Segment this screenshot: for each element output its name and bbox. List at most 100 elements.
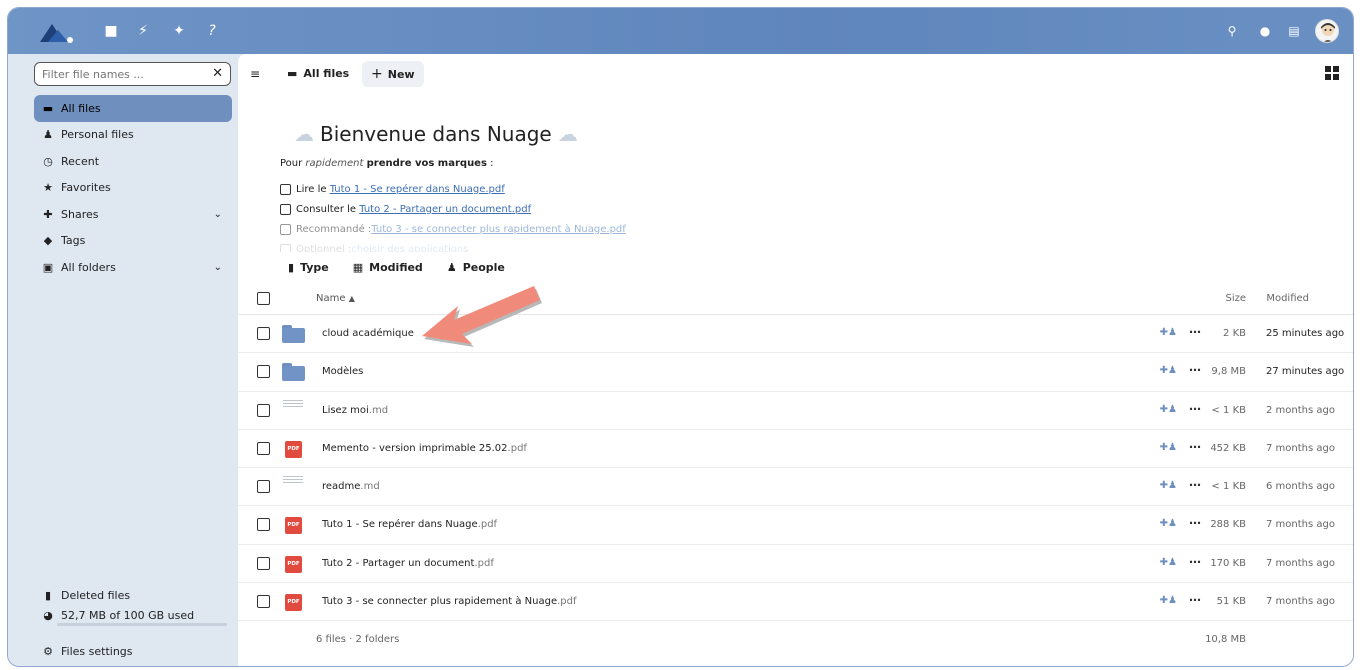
checklist-checkbox[interactable] [280, 223, 291, 235]
filter-input[interactable] [35, 63, 205, 85]
collapse-sidebar-icon[interactable]: ≡ [250, 67, 260, 81]
share-icon[interactable]: ✚♟ [1160, 595, 1177, 606]
row-checkbox[interactable] [257, 327, 270, 340]
filter-people-label: People [462, 261, 505, 274]
quota-label: 52,7 MB of 100 GB used [61, 609, 195, 622]
checklist-link[interactable]: Tuto 2 - Partager un document.pdf [359, 204, 531, 215]
share-icon[interactable]: ✚♟ [1160, 480, 1177, 491]
file-name[interactable]: readme.md [322, 481, 380, 492]
share-icon[interactable]: ✚♟ [1160, 404, 1177, 415]
table-row[interactable]: Modèles ✚♟ ⋯ 9,8 MB 27 minutes ago [238, 353, 1353, 392]
nuage-logo[interactable] [38, 20, 78, 46]
share-icon[interactable]: ✚♟ [1160, 518, 1177, 529]
file-modified: 6 months ago [1266, 481, 1335, 493]
share-icon[interactable]: ✚♟ [1160, 365, 1177, 376]
deleted-files-link[interactable]: ▮ Deleted files [34, 589, 232, 602]
file-name[interactable]: Tuto 1 - Se repérer dans Nuage.pdf [322, 519, 497, 530]
row-checkbox[interactable] [257, 518, 270, 532]
row-checkbox[interactable] [257, 556, 270, 570]
checklist-link[interactable]: Tuto 3 - se connecter plus rapidement à … [371, 224, 626, 235]
file-size: 288 KB [1210, 519, 1246, 531]
more-actions-icon[interactable]: ⋯ [1189, 440, 1201, 454]
file-modified: 7 months ago [1266, 557, 1335, 569]
table-row[interactable]: Lisez moi.md ✚♟ ⋯ < 1 KB 2 months ago [238, 392, 1353, 430]
quota-indicator[interactable]: ◕ 52,7 MB of 100 GB used [34, 609, 232, 622]
search-icon[interactable]: ⚲ [1224, 23, 1240, 39]
more-actions-icon[interactable]: ⋯ [1189, 516, 1201, 530]
row-checkbox[interactable] [257, 403, 270, 417]
main-content: ≡ ▬ All files + New ☁ Bienvenue dans Nua… [238, 54, 1353, 666]
table-row[interactable]: PDF Tuto 3 - se connecter plus rapidemen… [238, 583, 1353, 622]
more-actions-icon[interactable]: ⋯ [1189, 555, 1201, 569]
sidebar-item-all-folders[interactable]: ▣ All folders ⌄ [34, 254, 232, 281]
column-size-header[interactable]: Size [1225, 293, 1246, 304]
row-checkbox[interactable] [257, 480, 270, 494]
checklist-checkbox[interactable] [280, 203, 291, 215]
sidebar-item-label: Personal files [61, 128, 134, 142]
filter-people[interactable]: ♟ People [447, 261, 505, 274]
checklist-text: Lire le [296, 183, 327, 195]
breadcrumb-label: All files [303, 67, 350, 80]
annotation-arrow [422, 286, 542, 347]
checklist-link[interactable]: choisir des applications [351, 244, 468, 253]
row-checkbox[interactable] [257, 441, 270, 455]
breadcrumb[interactable]: ▬ All files [287, 67, 349, 80]
help-icon[interactable]: ? [204, 23, 220, 39]
column-name-header[interactable]: Name ▲ [316, 293, 355, 304]
sidebar-item-recent[interactable]: ◷ Recent [34, 148, 232, 175]
row-checkbox[interactable] [257, 595, 270, 609]
checklist-checkbox[interactable] [280, 183, 291, 195]
share-icon[interactable]: ✚♟ [1160, 557, 1177, 568]
files-icon[interactable]: ■ [103, 23, 119, 39]
more-actions-icon[interactable]: ⋯ [1189, 593, 1201, 607]
sidebar-item-tags[interactable]: ◆ Tags [34, 228, 232, 255]
sidebar: ✕ ▬ All files ♟ Personal files ◷ Recent … [8, 54, 238, 666]
more-actions-icon[interactable]: ⋯ [1189, 478, 1201, 492]
table-row[interactable]: readme.md ✚♟ ⋯ < 1 KB 6 months ago [238, 468, 1353, 507]
column-modified-header[interactable]: Modified [1266, 293, 1309, 304]
activity-icon[interactable]: ⚡ [135, 23, 151, 39]
more-actions-icon[interactable]: ⋯ [1189, 325, 1201, 339]
file-name[interactable]: Tuto 2 - Partager un document.pdf [322, 558, 494, 569]
file-name[interactable]: Lisez moi.md [322, 405, 388, 416]
select-all-checkbox[interactable] [257, 292, 270, 305]
table-row[interactable]: PDF Tuto 2 - Partager un document.pdf ✚♟… [238, 545, 1353, 584]
checklist-item: Consulter le Tuto 2 - Partager un docume… [280, 199, 880, 219]
file-name[interactable]: Tuto 3 - se connecter plus rapidement à … [322, 596, 577, 607]
share-icon[interactable]: ✚♟ [1160, 442, 1177, 453]
filter-input-box[interactable]: ✕ [34, 62, 231, 86]
file-name[interactable]: Modèles [322, 366, 363, 377]
table-row[interactable]: PDF Memento - version imprimable 25.02.p… [238, 430, 1353, 469]
table-row[interactable]: PDF Tuto 1 - Se repérer dans Nuage.pdf ✚… [238, 506, 1353, 545]
new-button[interactable]: + New [362, 61, 424, 87]
checklist-link[interactable]: Tuto 1 - Se repérer dans Nuage.pdf [330, 184, 505, 195]
file-size: < 1 KB [1211, 404, 1246, 416]
filter-type[interactable]: ▮ Type [288, 261, 329, 274]
share-icon[interactable]: ✚♟ [1160, 327, 1177, 338]
filter-modified[interactable]: ▦ Modified [353, 261, 423, 274]
more-actions-icon[interactable]: ⋯ [1189, 402, 1201, 416]
avatar[interactable] [1315, 19, 1339, 43]
grid-view-icon[interactable] [1325, 66, 1339, 80]
chevron-down-icon[interactable]: ⌄ [214, 262, 222, 273]
contacts-icon[interactable]: ▤ [1286, 23, 1302, 39]
filter-chips: ▮ Type ▦ Modified ♟ People [288, 261, 529, 274]
filter-type-label: Type [300, 261, 329, 274]
welcome-note: ☁ Bienvenue dans Nuage ☁ Pour rapidement… [280, 122, 880, 252]
sidebar-item-all-files[interactable]: ▬ All files [34, 95, 232, 122]
sidebar-item-personal-files[interactable]: ♟ Personal files [34, 122, 232, 149]
more-actions-icon[interactable]: ⋯ [1189, 363, 1201, 377]
row-checkbox[interactable] [257, 365, 270, 379]
file-name[interactable]: cloud académique [322, 328, 414, 339]
checklist-checkbox[interactable] [280, 243, 291, 252]
announcements-icon[interactable]: ✦ [171, 23, 187, 39]
file-name[interactable]: Memento - version imprimable 25.02.pdf [322, 443, 527, 454]
sidebar-item-shares[interactable]: ✚ Shares ⌄ [34, 201, 232, 228]
table-row[interactable]: cloud académique ✚♟ ⋯ 2 KB 25 minutes ag… [238, 315, 1353, 354]
files-settings-link[interactable]: ⚙ Files settings [34, 645, 232, 658]
notifications-icon[interactable]: ● [1257, 23, 1273, 39]
clear-filter-icon[interactable]: ✕ [212, 66, 223, 81]
new-button-label: New [387, 67, 415, 81]
chevron-down-icon[interactable]: ⌄ [214, 209, 222, 220]
sidebar-item-favorites[interactable]: ★ Favorites [34, 175, 232, 202]
